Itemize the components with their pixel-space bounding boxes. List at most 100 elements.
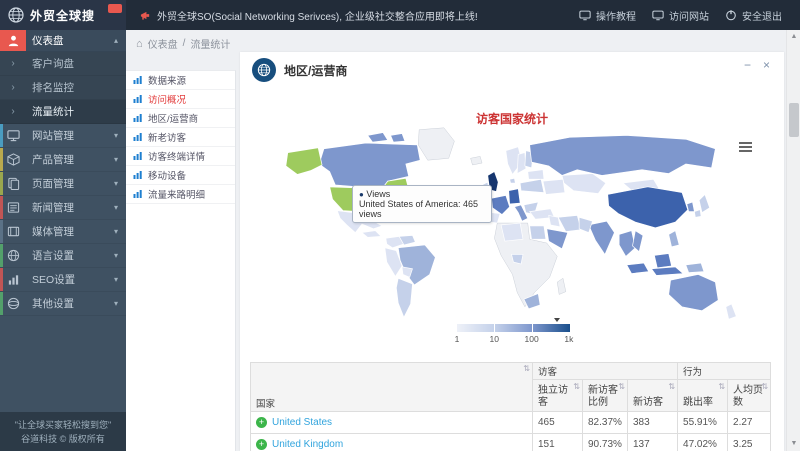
scroll-up-icon[interactable]: ▲ [787,30,800,44]
breadcrumb-current: 流量统计 [190,36,230,51]
submenu-item-访问概况[interactable]: 访问概况 [126,90,235,109]
country-shape-france [492,195,510,214]
globe-icon [0,249,26,262]
sidebar-item-新闻管理[interactable]: 新闻管理▾ [0,196,126,220]
country-shape-greenland [418,128,454,160]
country-shape-china [608,187,688,228]
chevron-down-icon: ▾ [114,227,118,236]
logo[interactable]: 外贸全球搜 [0,0,126,30]
category-color-strip [0,220,3,243]
sidebar-item-页面管理[interactable]: 页面管理▾ [0,172,126,196]
column-header-人均页数[interactable]: ⇅人均页数 [728,380,771,412]
top-action-操作教程[interactable]: 操作教程 [579,8,636,23]
category-color-strip [0,292,3,315]
country-shape-central-america [362,231,381,238]
submenu-item-访客终端详情[interactable]: 访客终端详情 [126,147,235,166]
stat-value: 383 [628,412,678,434]
stat-value: 137 [628,434,678,451]
version-badge [108,4,122,13]
table-row: +United Kingdom15190.73%13747.02%3.25 [251,434,771,451]
column-header-跳出率[interactable]: ⇅跳出率 [678,380,728,412]
country-shape-arctic-islands [391,134,405,143]
submenu-item-数据来源[interactable]: 数据来源 [126,71,235,90]
submenu-item-地区/运营商[interactable]: 地区/运营商 [126,109,235,128]
sidebar-slogan: "让全球买家轻松搜到您" [0,418,126,432]
top-action-访问网站[interactable]: 访问网站 [652,8,709,23]
sidebar-item-网站管理[interactable]: 网站管理▾ [0,124,126,148]
sort-icon[interactable]: ⇅ [573,381,580,393]
country-shape-arctic-islands [368,133,388,143]
country-shape-ukraine [543,179,565,194]
stat-value: 55.91% [678,412,728,434]
sidebar-item-流量统计[interactable]: ›流量统计 [0,100,126,124]
mini-chart-icon [133,75,143,85]
column-header-新访客[interactable]: ⇅新访客 [628,380,678,412]
sort-icon[interactable]: ⇅ [668,381,675,393]
map-tooltip: ● Views United States of America: 465 vi… [352,185,492,223]
country-shape-algeria [501,223,523,241]
legend-tick-label: 10 [490,334,499,344]
country-shape-pakistan [579,217,592,232]
chevron-down-icon: ▾ [114,203,118,212]
sort-icon[interactable]: ⇅ [761,381,768,393]
traffic-submenu: 数据来源访问概况地区/运营商新老访客访客终端详情移动设备流量来路明细 [126,70,236,451]
country-link[interactable]: United Kingdom [272,439,343,450]
breadcrumb-dashboard[interactable]: 仪表盘 [148,36,178,51]
legend-tick-label: 100 [524,334,538,344]
panel-header: 地区/运营商 − × [240,52,784,88]
sidebar-item-SEO设置[interactable]: SEO设置▾ [0,268,126,292]
sidebar-item-客户询盘[interactable]: ›客户询盘 [0,52,126,76]
country-shape-argentina [396,278,412,317]
sort-icon[interactable]: ⇅ [718,381,725,393]
column-header-独立访客[interactable]: ⇅独立访客 [533,380,583,412]
top-action-安全退出[interactable]: 安全退出 [725,8,782,23]
sort-icon[interactable]: ⇅ [618,381,625,393]
stat-value: 151 [533,434,583,451]
country-shape-iceland [471,156,482,165]
category-color-strip [0,196,3,219]
mini-chart-icon [133,151,143,161]
country-link[interactable]: United States [272,417,332,428]
submenu-item-移动设备[interactable]: 移动设备 [126,166,235,185]
country-shape-new-guinea [686,263,704,273]
region-carrier-panel: 地区/运营商 − × 访客国家统计 [240,52,784,451]
map-legend: 1101001k [457,324,570,346]
sidebar-item-排名监控[interactable]: ›排名监控 [0,76,126,100]
minimize-button[interactable]: − [744,58,751,72]
sidebar-item-产品管理[interactable]: 产品管理▾ [0,148,126,172]
page-scrollbar[interactable]: ▲ ▼ [786,30,800,451]
country-shape-alaska [286,148,322,175]
scroll-down-icon[interactable]: ▼ [787,437,800,451]
submenu-item-流量来路明细[interactable]: 流量来路明细 [126,185,235,204]
category-color-strip [0,172,3,195]
news-icon [0,201,26,214]
scrollbar-thumb[interactable] [789,103,799,137]
stat-value: 2.27 [728,412,771,434]
sidebar-copyright: 谷道科技 © 版权所有 [0,432,126,446]
chevron-down-icon: ▾ [114,299,118,308]
chevron-right-icon: › [0,106,26,117]
column-header-新访客比例[interactable]: ⇅新访客比例 [583,380,628,412]
expand-plus-icon[interactable]: + [256,439,267,450]
sidebar-item-媒体管理[interactable]: 媒体管理▾ [0,220,126,244]
chevron-right-icon: › [0,58,26,69]
legend-tick-label: 1 [455,334,460,344]
expand-plus-icon[interactable]: + [256,417,267,428]
sidebar-item-其他设置[interactable]: 其他设置▾ [0,292,126,316]
tooltip-value: United States of America: 465 views [359,199,485,219]
sidebar-item-仪表盘[interactable]: 仪表盘▴ [0,30,126,52]
close-button[interactable]: × [763,58,770,72]
app-title: 外贸全球搜 [30,7,95,24]
category-color-strip [0,244,3,267]
submenu-item-新老访客[interactable]: 新老访客 [126,128,235,147]
sidebar-item-语言设置[interactable]: 语言设置▾ [0,244,126,268]
chevron-down-icon: ▾ [114,251,118,260]
sort-icon[interactable]: ⇅ [523,364,530,373]
media-icon [0,225,26,238]
group-header-visitors: 访客 [533,363,678,380]
world-map[interactable] [270,124,755,324]
chevron-right-icon: › [0,82,26,93]
chevron-down-icon: ▾ [114,155,118,164]
logout-power-icon [725,9,737,21]
column-header-country[interactable]: ⇅国家 [251,363,533,412]
